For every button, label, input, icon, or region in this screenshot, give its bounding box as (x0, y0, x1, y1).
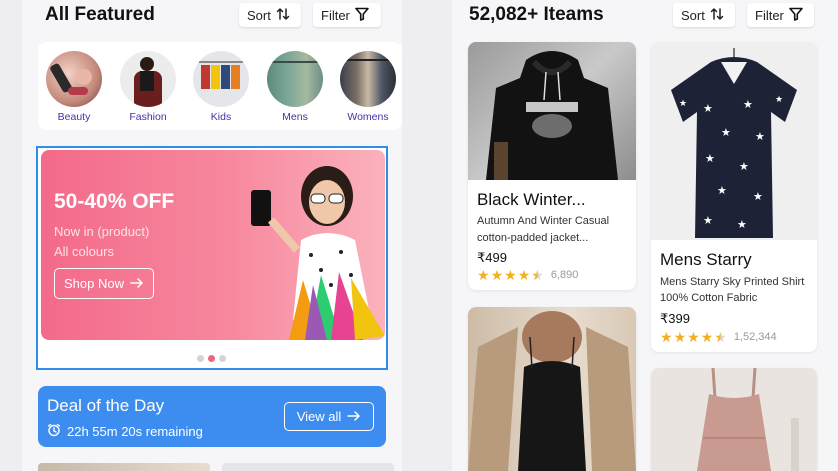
product-name: Black Winter... (477, 190, 586, 209)
filter-icon (355, 7, 369, 24)
shop-now-label: Shop Now (64, 276, 124, 291)
star-icon: ★ (700, 329, 714, 345)
sort-label: Sort (247, 7, 271, 23)
category-fashion[interactable]: Fashion (118, 51, 178, 123)
category-label: Womens (347, 111, 389, 123)
star-icon: ★ (477, 267, 490, 283)
carousel-dot-active[interactable] (208, 355, 215, 362)
carousel-dot[interactable] (197, 355, 204, 362)
product-card[interactable] (651, 368, 817, 471)
filter-label: Filter (321, 7, 350, 23)
sort-label: Sort (681, 7, 705, 23)
product-card[interactable] (468, 307, 636, 471)
svg-text:★: ★ (775, 94, 783, 104)
items-panel: 52,082+ Iteams Sort Filter Black Winter.… (452, 0, 838, 471)
promo-line-1: Now in (product) (54, 224, 150, 239)
deal-timer: 22h 55m 20s remaining (47, 423, 203, 440)
sort-icon (276, 7, 290, 24)
product-price: ₹499 (477, 250, 507, 265)
category-strip: Beauty Fashion Kids Mens Womens (38, 42, 402, 130)
svg-text:★: ★ (703, 103, 713, 115)
womens-image (340, 51, 396, 107)
deal-timer-text: 22h 55m 20s remaining (67, 424, 203, 439)
svg-text:★: ★ (703, 215, 713, 227)
star-icon: ★ (687, 329, 700, 345)
mens-image (267, 51, 323, 107)
svg-text:★: ★ (705, 153, 715, 165)
product-card[interactable]: Black Winter... Autumn And Winter Casual… (468, 42, 636, 290)
items-title: 52,082+ Iteams (469, 4, 604, 25)
svg-text:★: ★ (721, 127, 731, 139)
star-icon: ★ (660, 329, 673, 345)
rating-count: 6,890 (550, 269, 579, 281)
promo-headline: 50-40% OFF (54, 190, 175, 213)
filter-button[interactable]: Filter (313, 3, 381, 27)
product-image (468, 42, 636, 180)
star-icon: ★ (673, 329, 687, 345)
featured-title: All Featured (45, 4, 155, 25)
banner-model-image (251, 166, 385, 340)
product-image (651, 368, 817, 471)
promo-banner[interactable]: 50-40% OFF Now in (product) All colours … (41, 150, 385, 340)
category-kids[interactable]: Kids (191, 51, 251, 123)
fashion-image (120, 51, 176, 107)
deal-of-the-day: Deal of the Day 22h 55m 20s remaining Vi… (38, 386, 386, 447)
arrow-right-icon (130, 276, 144, 291)
star-half-icon: ★ (714, 329, 727, 345)
sort-button[interactable]: Sort (673, 3, 735, 27)
promo-carousel[interactable]: 50-40% OFF Now in (product) All colours … (36, 146, 388, 370)
deal-title: Deal of the Day (47, 396, 165, 415)
alarm-clock-icon (47, 423, 61, 440)
product-image: ★ ★ ★ ★ ★ ★ ★ ★ ★ ★ ★ ★ (651, 42, 817, 240)
category-label: Mens (282, 111, 308, 123)
product-rating: ★ ★ ★ ★ ★ 1,52,344 (660, 330, 777, 344)
category-label: Kids (210, 111, 232, 123)
shop-now-button[interactable]: Shop Now (54, 268, 154, 299)
sort-icon (710, 7, 724, 24)
filter-icon (789, 7, 803, 24)
sort-button[interactable]: Sort (239, 3, 301, 27)
product-card[interactable]: ★ ★ ★ ★ ★ ★ ★ ★ ★ ★ ★ ★ Mens Starry Mens Starr… (651, 42, 817, 352)
product-name: Mens Starry (660, 250, 752, 269)
view-all-button[interactable]: View all (284, 402, 374, 431)
carousel-indicator[interactable] (197, 355, 226, 362)
category-womens[interactable]: Womens (338, 51, 398, 123)
category-label: Fashion (129, 111, 167, 123)
featured-panel: All Featured Sort Filter Beauty Fashion (22, 0, 402, 471)
filter-button[interactable]: Filter (747, 3, 814, 27)
star-icon: ★ (490, 267, 504, 283)
beauty-image (46, 51, 102, 107)
category-beauty[interactable]: Beauty (44, 51, 104, 123)
svg-text:★: ★ (679, 98, 687, 108)
category-mens[interactable]: Mens (265, 51, 325, 123)
carousel-dot[interactable] (219, 355, 226, 362)
rating-count: 1,52,344 (733, 331, 777, 343)
star-half-icon: ★ (531, 267, 544, 283)
product-price: ₹399 (660, 311, 690, 326)
product-description-line-1: Autumn And Winter Casual (477, 215, 610, 227)
product-description-line-2: 100% Cotton Fabric (660, 292, 758, 304)
svg-text:★: ★ (717, 185, 727, 197)
product-description-line-2: cotton-padded jacket... (477, 232, 589, 244)
next-section-card (222, 463, 394, 471)
filter-label: Filter (755, 7, 784, 23)
svg-text:★: ★ (743, 99, 753, 111)
view-all-label: View all (296, 409, 342, 424)
promo-line-2: All colours (54, 244, 114, 259)
star-icon: ★ (504, 267, 517, 283)
kids-image (193, 51, 249, 107)
star-icon: ★ (517, 267, 531, 283)
product-description-line-1: Mens Starry Sky Printed Shirt (660, 276, 805, 288)
product-image (468, 307, 636, 471)
arrow-right-icon (347, 409, 361, 424)
svg-text:★: ★ (753, 191, 763, 203)
svg-text:★: ★ (755, 131, 765, 143)
svg-text:★: ★ (737, 219, 747, 231)
category-label: Beauty (57, 111, 91, 123)
svg-text:★: ★ (739, 161, 749, 173)
next-section-card (38, 463, 210, 471)
product-rating: ★ ★ ★ ★ ★ 6,890 (477, 268, 578, 282)
